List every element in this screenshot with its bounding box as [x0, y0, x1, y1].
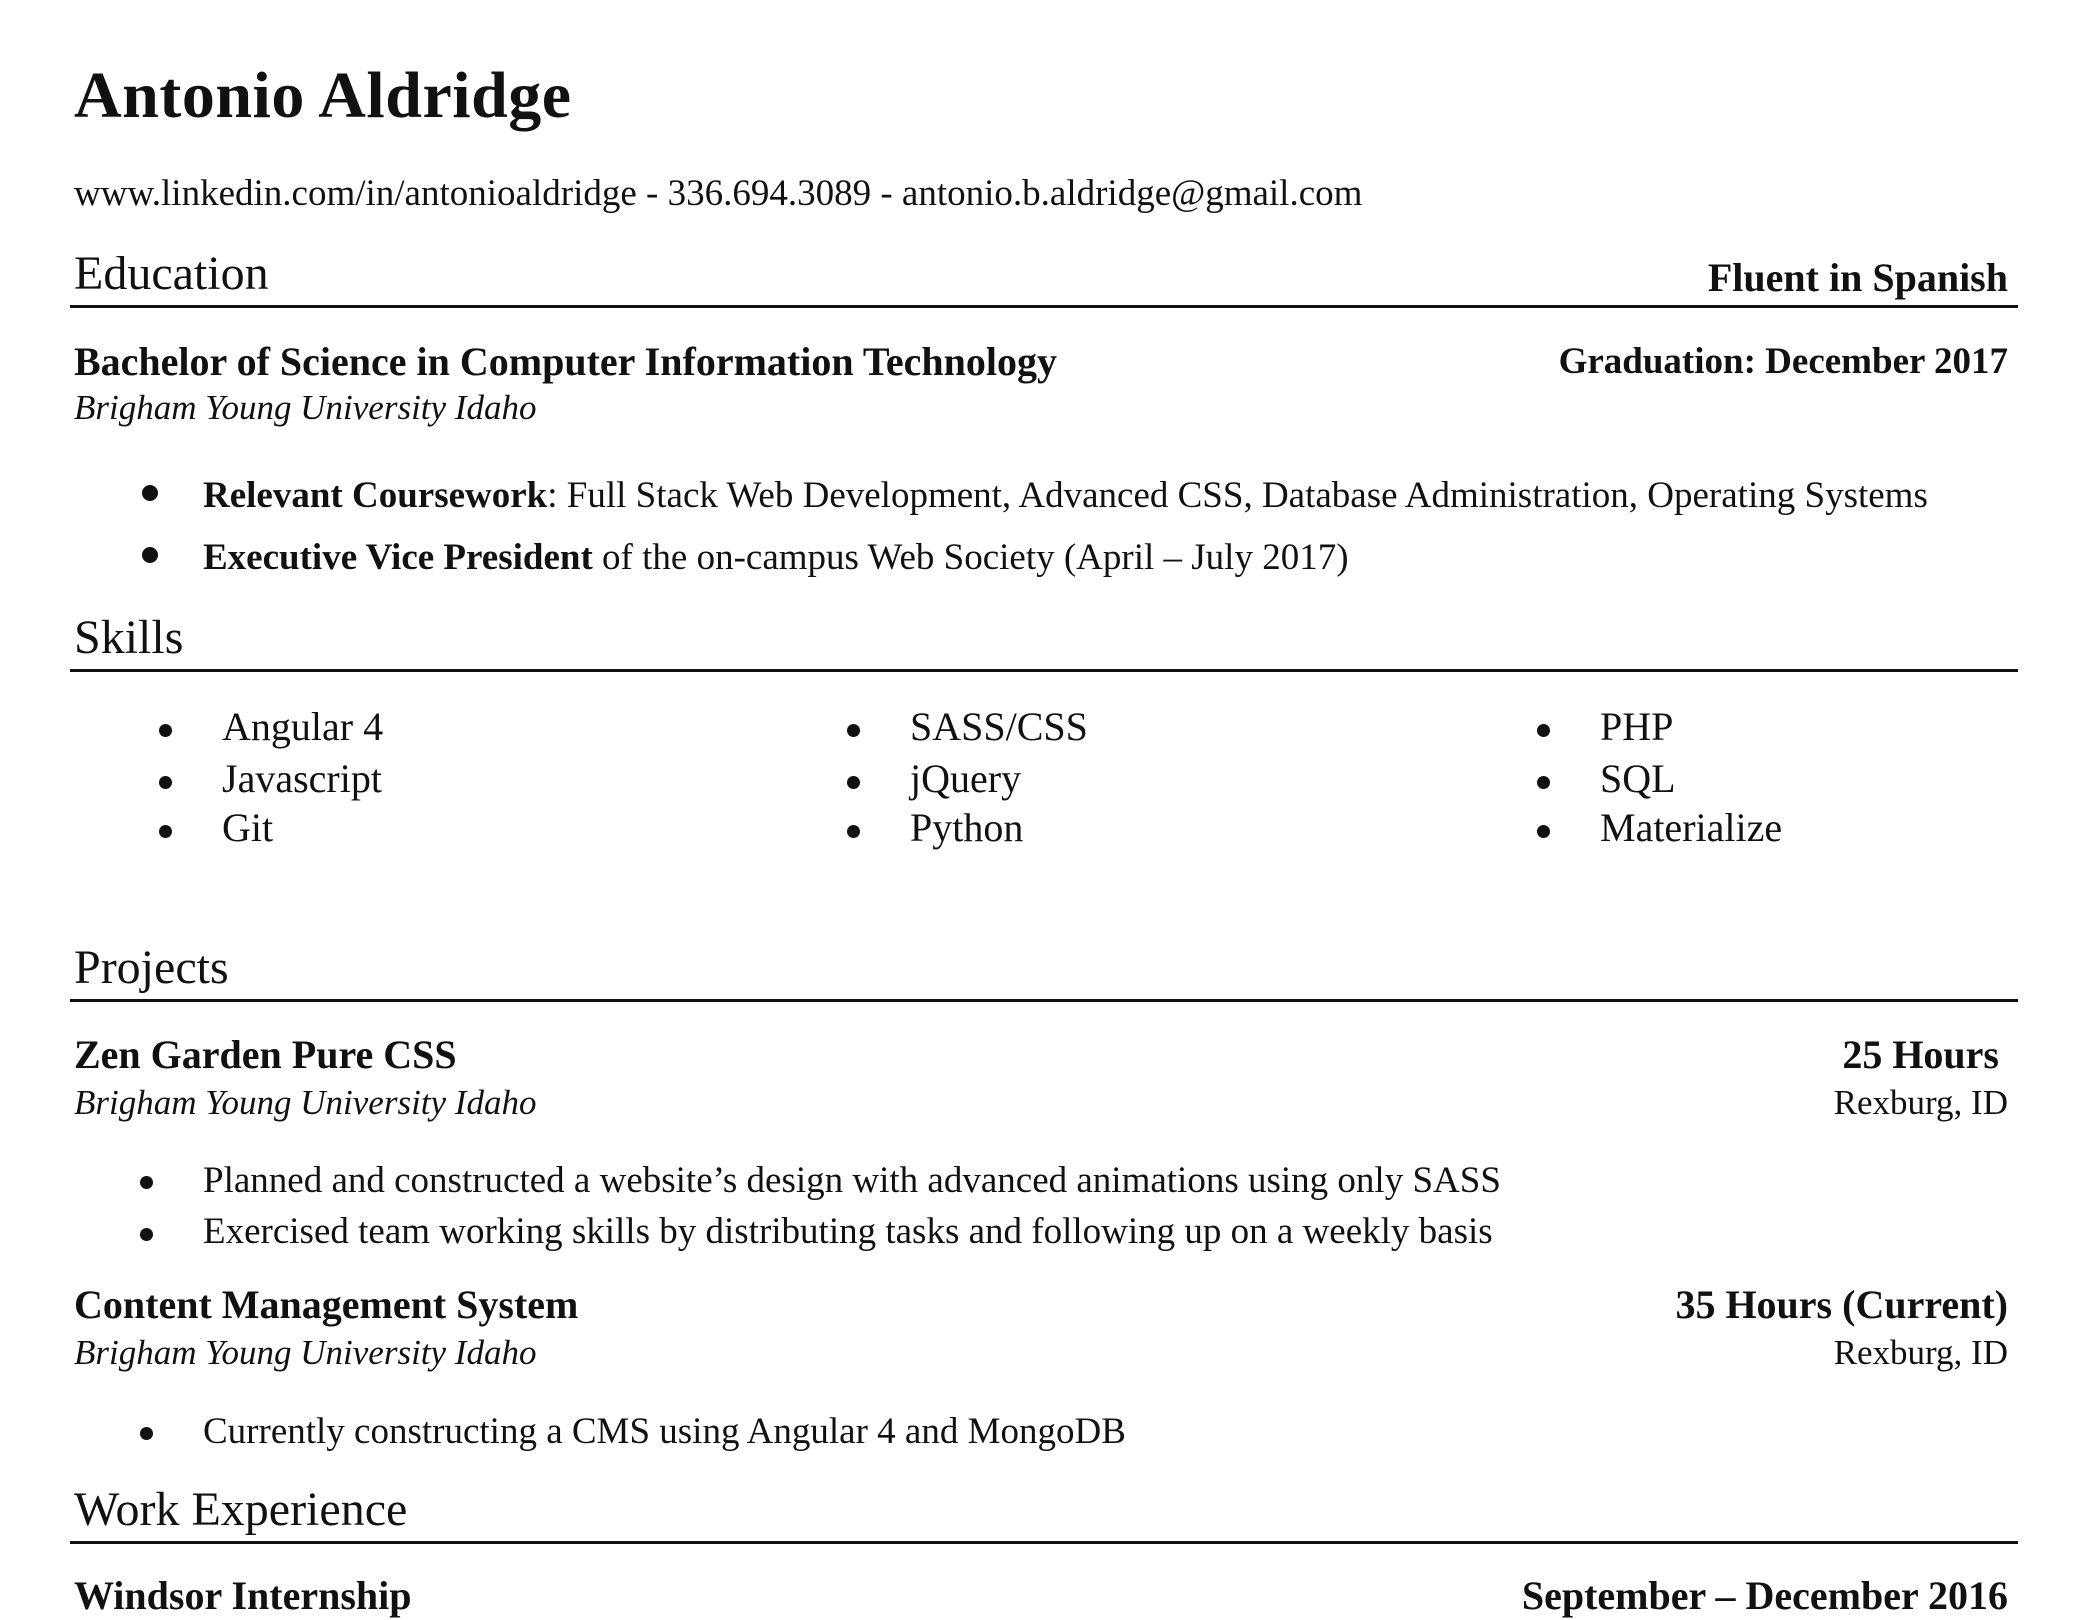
- bullet-icon: [1537, 825, 1550, 838]
- skill-item: SQL: [1600, 756, 1676, 801]
- skill-item: SASS/CSS: [910, 704, 1088, 749]
- project-bullet: Planned and constructed a website’s desi…: [203, 1160, 1501, 1201]
- bullet-icon: [1537, 776, 1550, 789]
- section-rule-work: [70, 1541, 2018, 1544]
- bullet-icon: [142, 485, 158, 501]
- bullet-icon: [847, 724, 860, 737]
- bullet-icon: [159, 724, 172, 737]
- bullet-icon: [847, 825, 860, 838]
- bullet-text: of the on-campus Web Society (April – Ju…: [592, 537, 1349, 578]
- project-school: Brigham Young University Idaho: [74, 1333, 537, 1372]
- skill-item: Javascript: [222, 756, 382, 801]
- school-name: Brigham Young University Idaho: [74, 388, 537, 427]
- skill-item: Angular 4: [222, 704, 384, 749]
- skill-item: Git: [222, 805, 274, 850]
- bullet-bold-label: Relevant Coursework: [203, 475, 548, 516]
- bullet-icon: [140, 1176, 153, 1189]
- education-bullet-1: Relevant Coursework: Full Stack Web Deve…: [203, 474, 1928, 517]
- project-hours: 25 Hours: [1842, 1032, 1999, 1077]
- project-name: Content Management System: [74, 1282, 579, 1327]
- bullet-bold-label: Executive Vice President: [203, 537, 593, 578]
- project-bullet: Exercised team working skills by distrib…: [203, 1211, 1493, 1252]
- bullet-icon: [142, 547, 158, 563]
- degree-title: Bachelor of Science in Computer Informat…: [74, 339, 1057, 384]
- section-title-projects: Projects: [74, 941, 229, 994]
- bullet-icon: [847, 776, 860, 789]
- section-rule-projects: [70, 999, 2018, 1002]
- skill-item: Materialize: [1600, 805, 1783, 850]
- contact-line: www.linkedin.com/in/antonioaldridge - 33…: [74, 173, 1363, 214]
- skill-item: jQuery: [910, 756, 1022, 801]
- work-name: Windsor Internship: [74, 1573, 412, 1618]
- bullet-icon: [140, 1228, 153, 1241]
- project-location: Rexburg, ID: [1833, 1083, 2008, 1122]
- project-school: Brigham Young University Idaho: [74, 1083, 537, 1122]
- bullet-icon: [159, 776, 172, 789]
- section-rule-education: [70, 305, 2018, 308]
- bullet-text: : Full Stack Web Development, Advanced C…: [547, 475, 1928, 516]
- section-title-skills: Skills: [74, 611, 184, 664]
- bullet-icon: [159, 825, 172, 838]
- bullet-icon: [1537, 724, 1550, 737]
- section-title-work: Work Experience: [74, 1483, 408, 1536]
- section-rule-skills: [70, 669, 2018, 672]
- project-location: Rexburg, ID: [1833, 1333, 2008, 1372]
- project-name: Zen Garden Pure CSS: [74, 1032, 457, 1077]
- skill-item: PHP: [1600, 704, 1674, 749]
- project-hours: 35 Hours (Current): [1675, 1282, 2008, 1327]
- section-title-education: Education: [74, 247, 269, 300]
- bullet-icon: [140, 1427, 153, 1440]
- resume-page: Antonio Aldridge www.linkedin.com/in/ant…: [0, 0, 2090, 1620]
- candidate-name: Antonio Aldridge: [74, 59, 572, 132]
- graduation-date: Graduation: December 2017: [1558, 341, 2008, 382]
- work-dates: September – December 2016: [1521, 1573, 2008, 1618]
- skill-item: Python: [910, 805, 1024, 850]
- language-note: Fluent in Spanish: [1707, 255, 2008, 300]
- education-bullet-2: Executive Vice President of the on-campu…: [203, 536, 1349, 579]
- project-bullet: Currently constructing a CMS using Angul…: [203, 1411, 1126, 1452]
